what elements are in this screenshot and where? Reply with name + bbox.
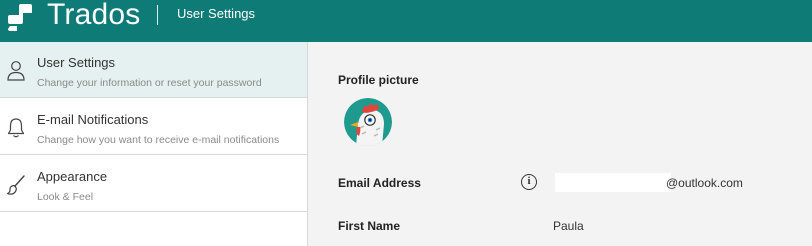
rooster-avatar-icon	[344, 98, 392, 146]
sidebar-item-description: Change your information or reset your pa…	[37, 77, 262, 89]
sidebar-item-description: Look & Feel	[37, 191, 94, 203]
user-icon	[7, 61, 25, 81]
first-name-label: First Name	[338, 219, 401, 233]
top-bar: Trados User Settings	[0, 0, 812, 42]
settings-content: Profile picture Email Address i @outlook…	[308, 42, 812, 246]
sidebar-item-label: E-mail Notifications	[37, 112, 149, 127]
email-redaction	[555, 173, 671, 192]
sidebar-item-user-settings[interactable]: User Settings Change your information or…	[0, 42, 307, 98]
header-divider	[157, 5, 158, 25]
bell-icon	[7, 118, 25, 138]
sidebar-item-label: Appearance	[37, 169, 108, 184]
sidebar-item-appearance[interactable]: Appearance Look & Feel	[0, 156, 307, 212]
paintbrush-icon	[6, 175, 25, 195]
sidebar-item-email-notifications[interactable]: E-mail Notifications Change how you want…	[0, 99, 307, 155]
sidebar-item-description: Change how you want to receive e-mail no…	[37, 134, 280, 146]
trados-logo-icon	[8, 4, 32, 31]
email-address-value: @outlook.com	[666, 176, 743, 190]
brand-name: Trados	[47, 0, 141, 31]
first-name-value: Paula	[553, 219, 584, 233]
profile-picture-label: Profile picture	[338, 73, 419, 87]
settings-sidebar: User Settings Change your information or…	[0, 42, 308, 246]
sidebar-item-label: User Settings	[37, 55, 116, 70]
page-title: User Settings	[177, 6, 256, 21]
avatar[interactable]	[344, 98, 392, 146]
email-address-label: Email Address	[338, 176, 421, 190]
info-icon[interactable]: i	[521, 174, 537, 190]
